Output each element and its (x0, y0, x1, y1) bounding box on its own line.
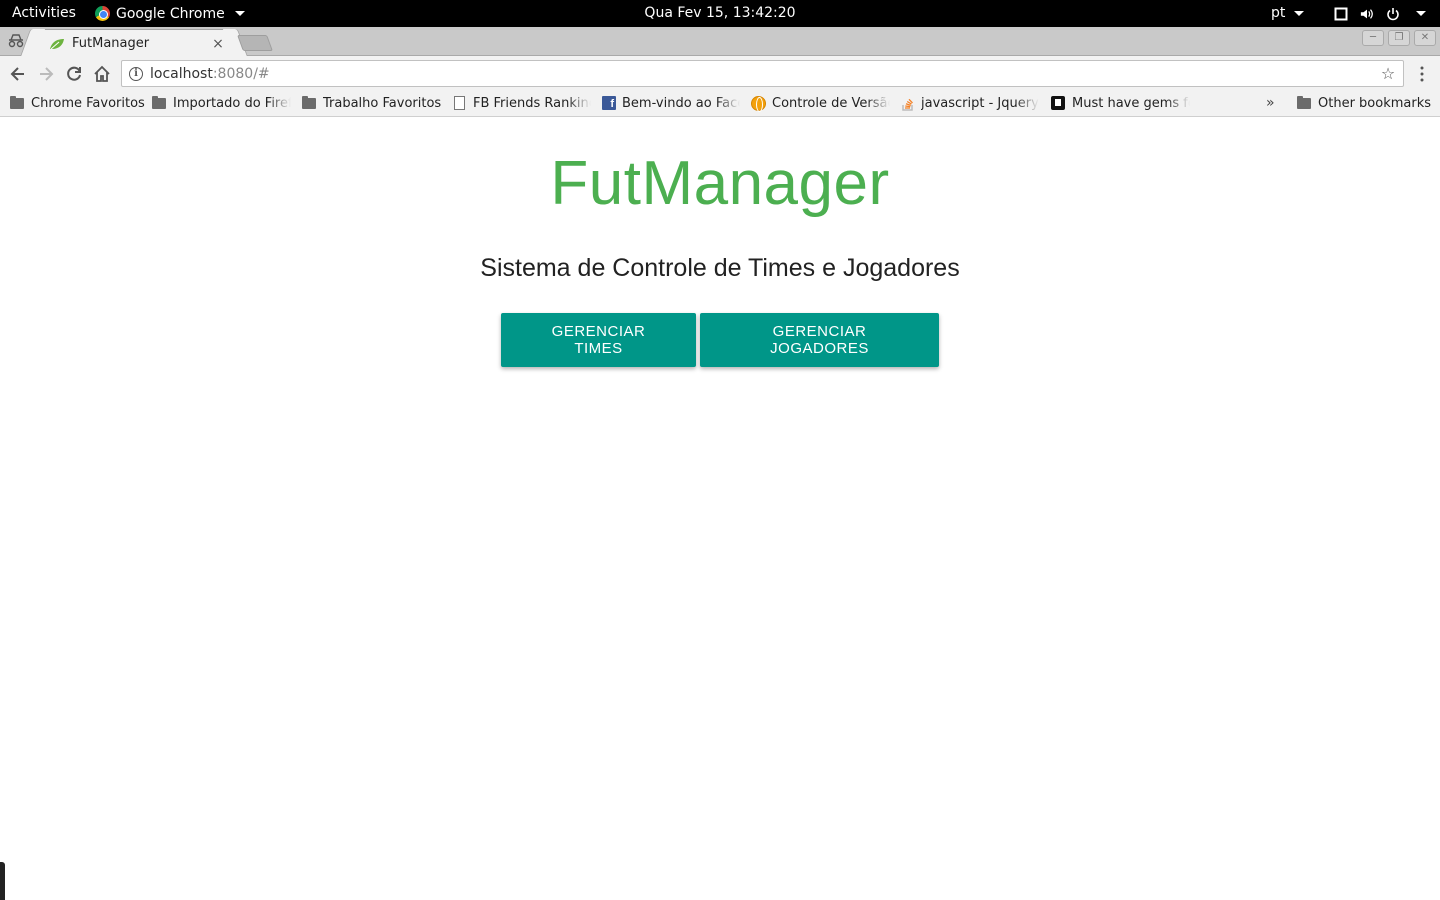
more-menu-icon[interactable] (1416, 65, 1428, 83)
close-window-icon[interactable]: ✕ (1414, 30, 1436, 46)
app-menu[interactable]: Google Chrome (95, 0, 245, 27)
bookmark-label: Chrome Favoritos (31, 95, 145, 111)
bookmarks-overflow-button[interactable]: » (1266, 91, 1275, 115)
tab-strip: FutManager × ─ ❐ ✕ (0, 27, 1440, 57)
home-icon[interactable] (92, 64, 112, 84)
bookmark-label: javascript - Jquery (921, 95, 1039, 111)
bookmark-facebook[interactable]: f Bem-vindo ao Face (602, 91, 740, 115)
gem-icon (1051, 96, 1065, 110)
chevron-down-icon (1416, 11, 1426, 16)
page-subtitle: Sistema de Controle de Times e Jogadores (480, 254, 960, 282)
folder-icon (152, 95, 166, 109)
bookmark-must-have-gems[interactable]: Must have gems fo (1051, 91, 1190, 115)
info-icon[interactable]: i (129, 66, 143, 81)
reload-icon[interactable] (64, 64, 84, 84)
spring-leaf-icon (50, 38, 64, 49)
bookmark-label: Other bookmarks (1318, 95, 1432, 111)
globe-icon (751, 95, 766, 112)
bookmark-importado-firefox[interactable]: Importado do Firef (152, 91, 291, 115)
forward-icon[interactable] (36, 64, 56, 84)
star-icon[interactable]: ☆ (1379, 64, 1397, 83)
bookmark-controle-versao[interactable]: Controle de Versão (751, 91, 890, 115)
url-path: :8080/# (212, 65, 270, 82)
bookmark-other-bookmarks[interactable]: Other bookmarks (1297, 91, 1431, 115)
chevron-down-icon (1293, 10, 1304, 16)
page-icon (454, 96, 465, 110)
folder-icon (10, 95, 24, 109)
url-text[interactable]: localhost:8080/# (150, 66, 1379, 82)
facebook-icon: f (602, 96, 616, 110)
restore-icon[interactable]: ❐ (1388, 30, 1410, 46)
url-host: localhost (150, 65, 213, 82)
system-menu[interactable] (1334, 0, 1426, 27)
action-buttons: GERENCIAR TIMES GERENCIAR JOGADORES (0, 313, 1440, 367)
bookmark-label: Controle de Versão (772, 95, 890, 111)
address-bar[interactable]: i localhost:8080/# ☆ (121, 60, 1404, 87)
gnome-top-bar: Activities Google Chrome Qua Fev 15, 13:… (0, 0, 1440, 27)
language-menu[interactable]: pt (1271, 0, 1304, 27)
activities-button[interactable]: Activities (12, 0, 76, 27)
screen-corner-edge (0, 862, 5, 900)
bookmark-label: Bem-vindo ao Face (622, 95, 740, 111)
folder-icon (302, 95, 316, 109)
bookmark-label: Trabalho Favoritos (323, 95, 442, 111)
bookmark-label: FB Friends Rankinc (473, 95, 591, 111)
folder-icon (1297, 95, 1311, 109)
app-menu-label: Google Chrome (116, 5, 225, 22)
tab-futmanager[interactable]: FutManager × (32, 29, 236, 57)
bookmarks-bar: Chrome Favoritos Importado do Firef Trab… (0, 91, 1440, 117)
bookmark-javascript-jquery[interactable]: javascript - Jquery (901, 91, 1039, 115)
back-icon[interactable] (8, 64, 28, 84)
minimize-icon[interactable]: ─ (1362, 30, 1384, 46)
bookmark-fb-friends-ranking[interactable]: FB Friends Rankinc (454, 91, 591, 115)
chrome-icon (95, 6, 110, 21)
language-label: pt (1271, 5, 1286, 21)
chevron-down-icon (234, 11, 245, 16)
stackoverflow-icon (902, 98, 913, 111)
clock[interactable]: Qua Fev 15, 13:42:20 (644, 5, 795, 21)
manage-players-button[interactable]: GERENCIAR JOGADORES (700, 313, 939, 367)
bookmark-trabalho-favoritos[interactable]: Trabalho Favoritos (302, 91, 441, 115)
page-content: FutManager Sistema de Controle de Times … (0, 118, 1440, 900)
volume-icon (1360, 8, 1373, 19)
window-controls: ─ ❐ ✕ (1362, 30, 1436, 46)
bookmark-chrome-favoritos[interactable]: Chrome Favoritos (10, 91, 145, 115)
browser-toolbar: i localhost:8080/# ☆ (0, 56, 1440, 91)
close-icon[interactable]: × (211, 36, 225, 52)
power-icon (1387, 7, 1399, 20)
manage-teams-button[interactable]: GERENCIAR TIMES (501, 313, 696, 367)
bookmark-label: Importado do Firef (173, 95, 291, 111)
screen-icon (1334, 7, 1348, 20)
bookmark-label: Must have gems fo (1072, 95, 1190, 111)
page-title: FutManager (550, 149, 890, 218)
tab-title: FutManager (72, 36, 150, 51)
new-tab-button[interactable] (237, 35, 273, 51)
